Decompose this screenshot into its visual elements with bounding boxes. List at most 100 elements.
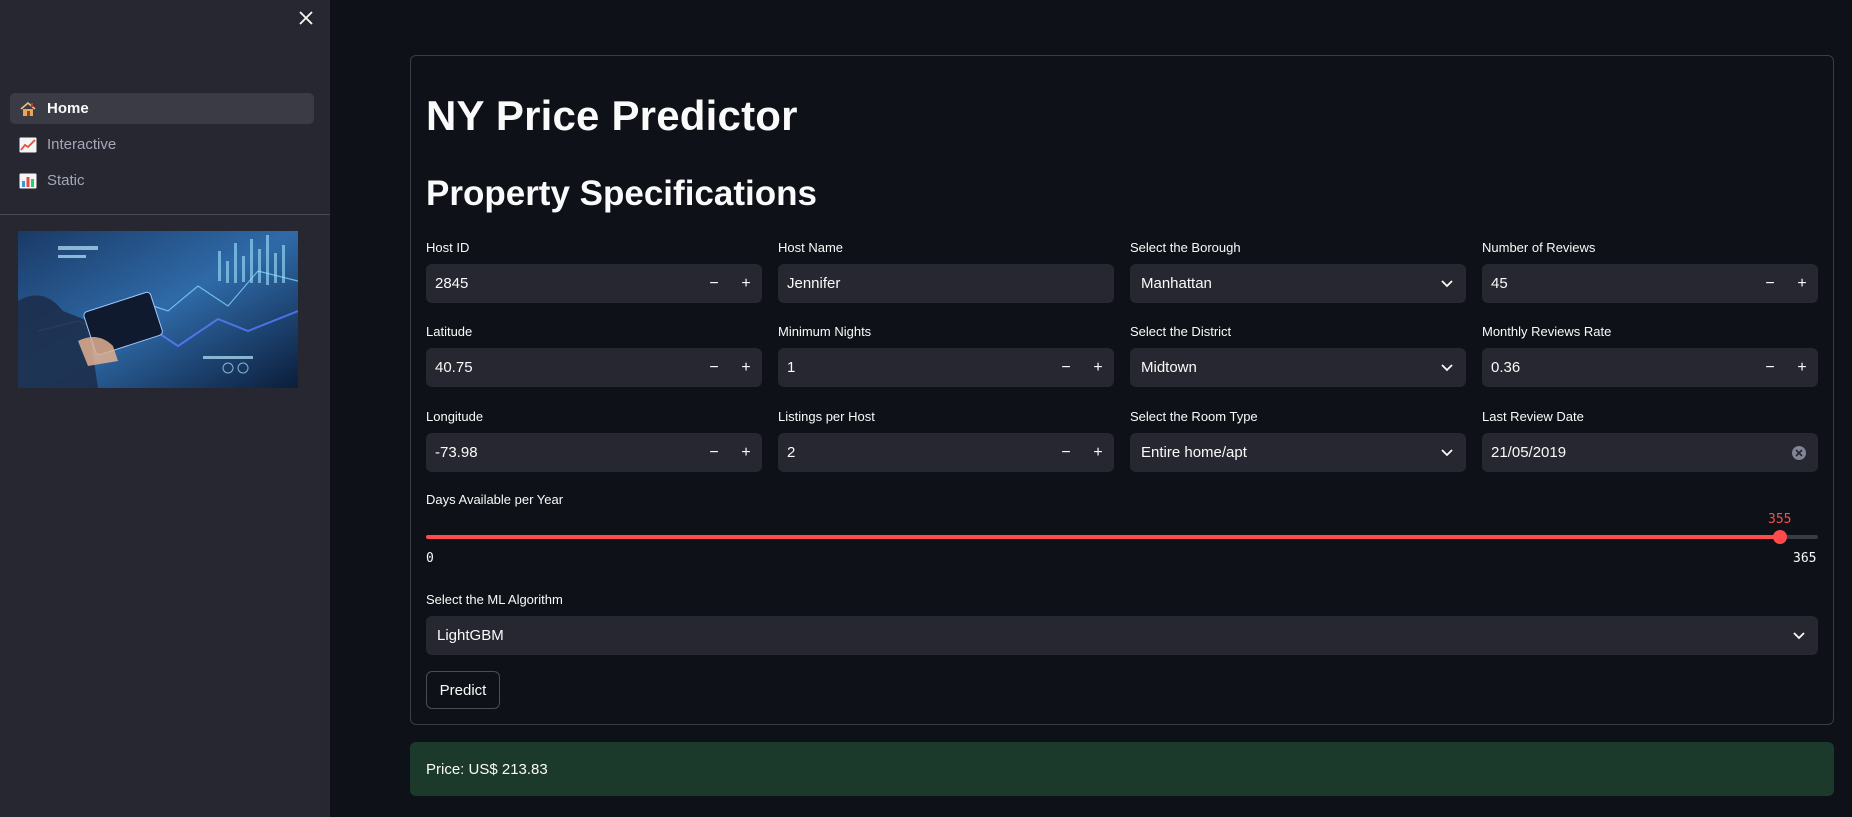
sidebar-item-interactive[interactable]: Interactive bbox=[10, 129, 314, 160]
prediction-result: Price: US$ 213.83 bbox=[410, 742, 1834, 796]
num-reviews-field: Number of Reviews − + bbox=[1482, 239, 1818, 303]
stepper: − + bbox=[698, 433, 762, 472]
sidebar-nav: Home Interactive Static bbox=[10, 93, 314, 201]
house-icon bbox=[18, 100, 38, 118]
listings-per-host-field: Listings per Host − + bbox=[778, 408, 1114, 472]
stepper: − + bbox=[1754, 264, 1818, 303]
increment-button[interactable]: + bbox=[730, 348, 762, 387]
field-label: Listings per Host bbox=[778, 409, 875, 424]
room-type-field: Select the Room Type Entire home/apt bbox=[1130, 408, 1466, 472]
finance-tablet-image bbox=[18, 231, 298, 388]
longitude-input[interactable] bbox=[426, 433, 698, 472]
select-value: LightGBM bbox=[437, 627, 504, 644]
stepper: − + bbox=[1050, 433, 1114, 472]
room-type-select[interactable]: Entire home/apt bbox=[1130, 433, 1466, 472]
decrement-button[interactable]: − bbox=[698, 348, 730, 387]
host-name-input[interactable] bbox=[778, 264, 1114, 303]
field-label: Select the District bbox=[1130, 324, 1232, 339]
district-field: Select the District Midtown bbox=[1130, 323, 1466, 387]
decrement-button[interactable]: − bbox=[698, 433, 730, 472]
field-label: Host ID bbox=[426, 240, 470, 255]
decrement-button[interactable]: − bbox=[1050, 348, 1082, 387]
select-value: Manhattan bbox=[1141, 275, 1212, 292]
number-input-box: − + bbox=[1482, 264, 1818, 303]
stepper: − + bbox=[698, 264, 762, 303]
slider-min-label: 0 bbox=[426, 551, 434, 566]
page-title: NY Price Predictor bbox=[426, 92, 798, 139]
increment-button[interactable]: + bbox=[1082, 348, 1114, 387]
predict-button[interactable]: Predict bbox=[426, 671, 500, 709]
borough-select[interactable]: Manhattan bbox=[1130, 264, 1466, 303]
field-label: Minimum Nights bbox=[778, 324, 872, 339]
host-id-input[interactable] bbox=[426, 264, 698, 303]
sidebar-divider bbox=[0, 214, 330, 215]
sidebar-item-label: Home bbox=[47, 100, 89, 117]
field-label: Number of Reviews bbox=[1482, 240, 1596, 255]
decrement-button[interactable]: − bbox=[698, 264, 730, 303]
sidebar-item-static[interactable]: Static bbox=[10, 165, 314, 196]
longitude-field: Longitude − + bbox=[426, 408, 762, 472]
increment-button[interactable]: + bbox=[1786, 348, 1818, 387]
chevron-down-icon bbox=[1428, 433, 1466, 472]
field-label: Select the Borough bbox=[1130, 240, 1241, 255]
number-input-box: − + bbox=[426, 348, 762, 387]
host-name-field: Host Name bbox=[778, 239, 1114, 303]
clear-icon bbox=[1792, 445, 1806, 460]
host-id-field: Host ID − + bbox=[426, 239, 762, 303]
decrement-button[interactable]: − bbox=[1754, 264, 1786, 303]
select-value: Entire home/apt bbox=[1141, 444, 1247, 461]
increment-button[interactable]: + bbox=[730, 264, 762, 303]
decrement-button[interactable]: − bbox=[1050, 433, 1082, 472]
sidebar-item-label: Interactive bbox=[47, 136, 117, 153]
close-sidebar-button[interactable] bbox=[296, 8, 316, 28]
bar-chart-icon bbox=[18, 172, 38, 190]
decrement-button[interactable]: − bbox=[1754, 348, 1786, 387]
increment-button[interactable]: + bbox=[1082, 433, 1114, 472]
slider-label: Days Available per Year bbox=[426, 492, 564, 507]
latitude-input[interactable] bbox=[426, 348, 698, 387]
increment-button[interactable]: + bbox=[730, 433, 762, 472]
chevron-down-icon bbox=[1428, 264, 1466, 303]
stepper: − + bbox=[698, 348, 762, 387]
field-label: Monthly Reviews Rate bbox=[1482, 324, 1612, 339]
latitude-field: Latitude − + bbox=[426, 323, 762, 387]
field-label: Longitude bbox=[426, 409, 484, 424]
text-input-box bbox=[778, 264, 1114, 303]
chevron-down-icon bbox=[1428, 348, 1466, 387]
borough-field: Select the Borough Manhattan bbox=[1130, 239, 1466, 303]
number-input-box: − + bbox=[778, 348, 1114, 387]
slider-fill bbox=[426, 535, 1780, 539]
district-select[interactable]: Midtown bbox=[1130, 348, 1466, 387]
sidebar-item-home[interactable]: Home bbox=[10, 93, 314, 124]
field-label: Host Name bbox=[778, 240, 844, 255]
field-label: Last Review Date bbox=[1482, 409, 1584, 424]
field-label: Select the Room Type bbox=[1130, 409, 1258, 424]
num-reviews-input[interactable] bbox=[1482, 264, 1754, 303]
number-input-box: − + bbox=[1482, 348, 1818, 387]
number-input-box: − + bbox=[778, 433, 1114, 472]
slider-thumb[interactable] bbox=[1773, 530, 1787, 544]
sidebar: Home Interactive Static bbox=[0, 0, 330, 817]
clear-date-button[interactable] bbox=[1780, 433, 1818, 472]
section-title: Property Specifications bbox=[426, 174, 817, 213]
number-input-box: − + bbox=[426, 264, 762, 303]
slider-current-value: 355 bbox=[1768, 512, 1792, 527]
sidebar-item-label: Static bbox=[47, 172, 85, 189]
min-nights-field: Minimum Nights − + bbox=[778, 323, 1114, 387]
number-input-box: − + bbox=[426, 433, 762, 472]
stepper: − + bbox=[1050, 348, 1114, 387]
close-icon bbox=[299, 11, 313, 25]
days-available-slider[interactable] bbox=[426, 530, 1818, 544]
chevron-down-icon bbox=[1780, 616, 1818, 655]
slider-max-label: 365 bbox=[1793, 551, 1817, 566]
increment-button[interactable]: + bbox=[1786, 264, 1818, 303]
monthly-reviews-input[interactable] bbox=[1482, 348, 1754, 387]
chart-increasing-icon bbox=[18, 136, 38, 154]
algorithm-select[interactable]: LightGBM bbox=[426, 616, 1818, 655]
min-nights-input[interactable] bbox=[778, 348, 1050, 387]
field-label: Latitude bbox=[426, 324, 473, 339]
listings-per-host-input[interactable] bbox=[778, 433, 1050, 472]
last-review-date-input[interactable] bbox=[1482, 433, 1780, 472]
field-label: Select the ML Algorithm bbox=[426, 592, 563, 607]
last-review-field: Last Review Date bbox=[1482, 408, 1818, 472]
